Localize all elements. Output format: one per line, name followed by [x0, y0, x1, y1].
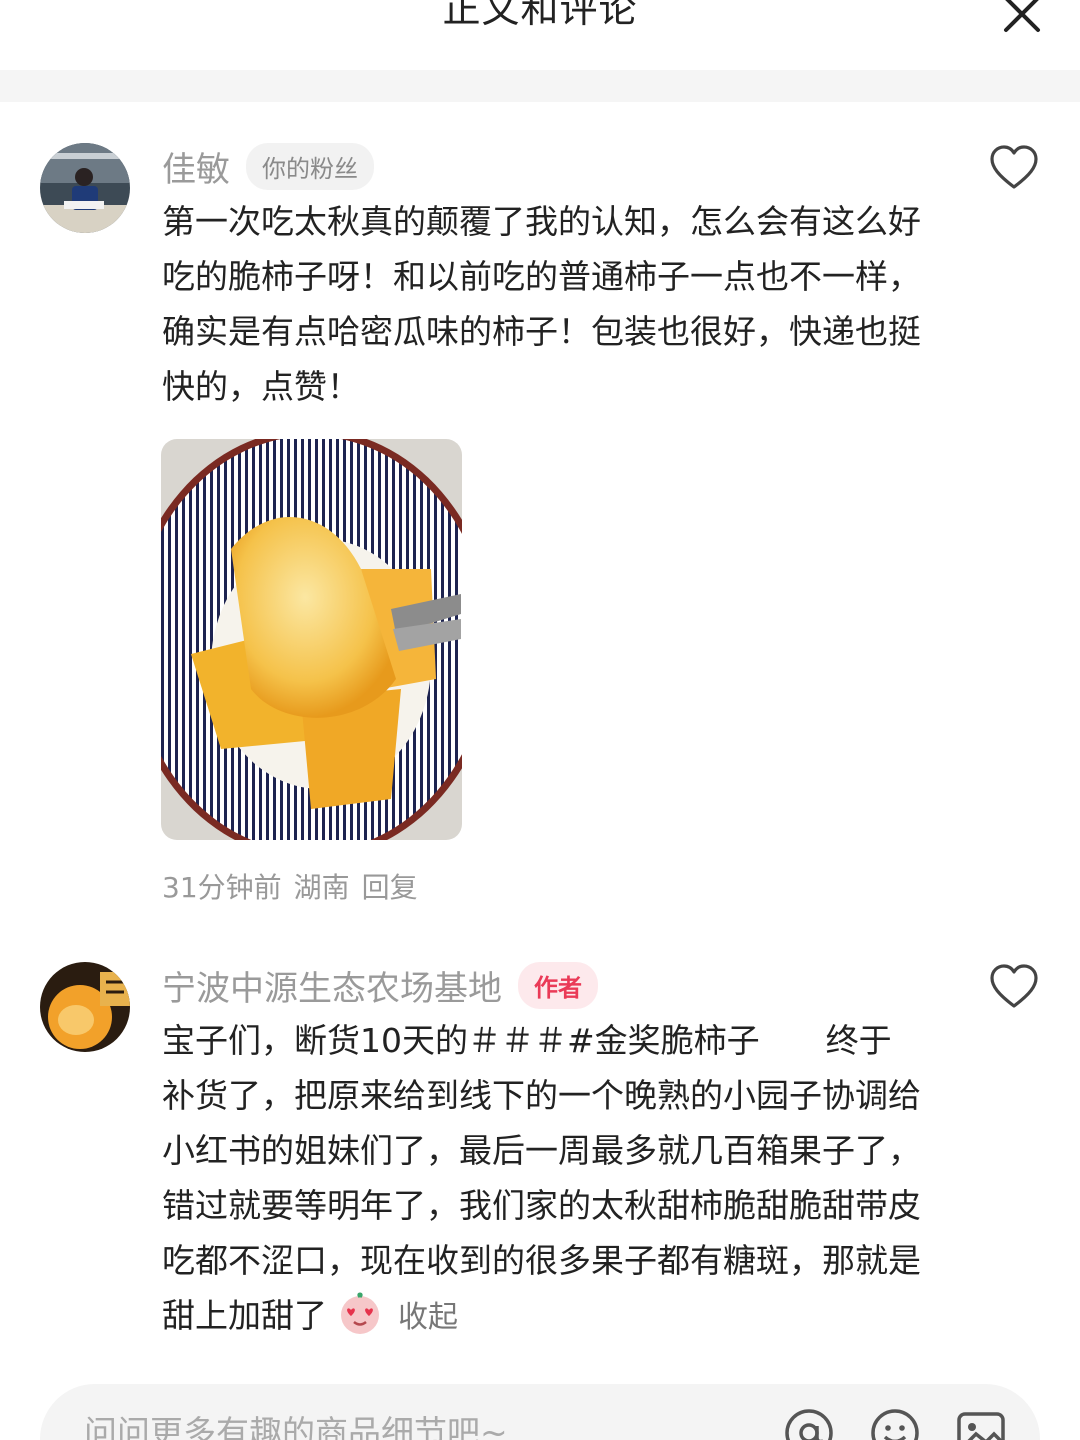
- username[interactable]: 宁波中源生态农场基地: [162, 961, 502, 1010]
- comment-photo[interactable]: [161, 439, 462, 840]
- author-badge: 作者: [518, 961, 598, 1009]
- heart-eyes-peach-icon: [340, 1292, 379, 1334]
- section-divider: [0, 70, 1080, 102]
- avatar[interactable]: [40, 962, 130, 1052]
- collapse-button[interactable]: 收起: [398, 1300, 458, 1335]
- comment-location: 湖南: [293, 871, 350, 904]
- username-row: 宁波中源生态农场基地 作者: [162, 960, 598, 1010]
- close-icon[interactable]: [1000, 0, 1044, 36]
- username-row: 佳敏 你的粉丝: [162, 141, 374, 191]
- page-title: 正文和评论: [442, 0, 638, 31]
- header: 正文和评论: [0, 0, 1080, 70]
- mention-icon[interactable]: [782, 1406, 836, 1440]
- comment-text: 宝子们，断货10天的＃＃＃#金奖脆柿子 终于补货了，把原来给到线下的一个晚熟的小…: [162, 1021, 921, 1335]
- comment-input-bar[interactable]: 问问更多有趣的商品细节吧~: [40, 1384, 1040, 1440]
- username[interactable]: 佳敏: [162, 142, 230, 191]
- heart-icon[interactable]: [988, 142, 1040, 194]
- emoji-icon[interactable]: [868, 1406, 922, 1440]
- comment-input[interactable]: 问问更多有趣的商品细节吧~: [84, 1406, 508, 1440]
- heart-icon[interactable]: [988, 961, 1040, 1013]
- reply-button[interactable]: 回复: [362, 866, 418, 906]
- comment-text-block: 宝子们，断货10天的＃＃＃#金奖脆柿子 终于补货了，把原来给到线下的一个晚熟的小…: [162, 1013, 922, 1343]
- comment-text: 第一次吃太秋真的颠覆了我的认知，怎么会有这么好吃的脆柿子呀！和以前吃的普通柿子一…: [162, 202, 921, 406]
- image-icon[interactable]: [954, 1406, 1008, 1440]
- comment-time: 31分钟前: [162, 871, 282, 904]
- comment-meta: 31分钟前 湖南 回复: [162, 866, 418, 906]
- fan-badge: 你的粉丝: [246, 142, 374, 190]
- avatar[interactable]: [40, 143, 130, 233]
